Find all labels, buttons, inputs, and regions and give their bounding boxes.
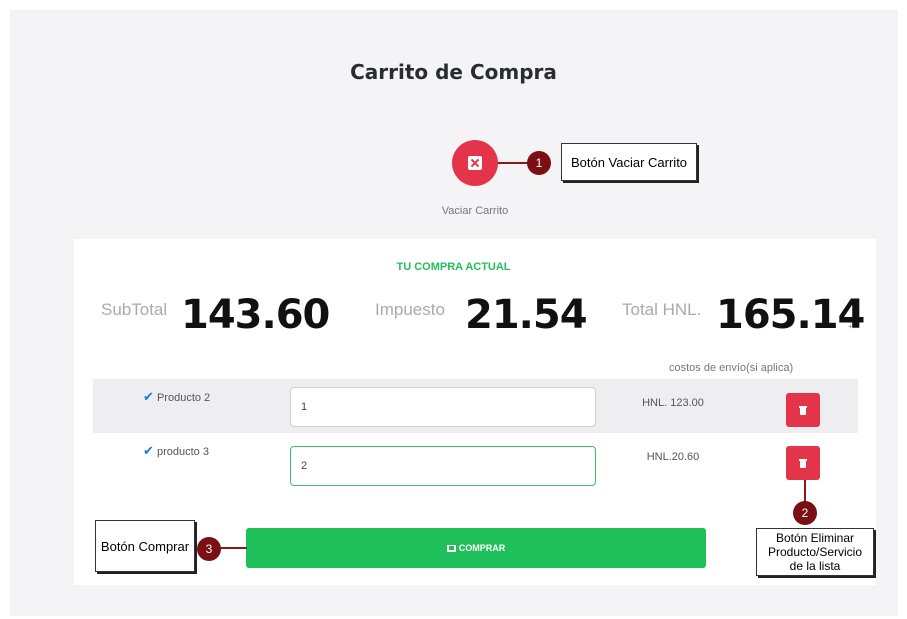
annotation-badge-3: 3 [197, 537, 221, 561]
shipping-note: costos de envío(si aplica) [669, 362, 794, 374]
product-name: ✔ Producto 2 [143, 389, 210, 405]
quantity-input[interactable]: 2 [290, 446, 596, 486]
cart-row: ✔ producto 3 2 HNL.20.60 [93, 433, 858, 489]
delete-item-button[interactable] [786, 446, 820, 480]
annotation-callout-2: Botón Eliminar Producto/Servicio de la l… [756, 528, 874, 576]
callout-connector [498, 162, 528, 164]
empty-cart-label: Vaciar Carrito [441, 205, 509, 217]
page-title: Carrito de Compra [350, 60, 557, 84]
tax-label: Impuesto [375, 300, 445, 319]
tax-value: 21.54 [465, 292, 588, 338]
annotation-callout-1: Botón Vaciar Carrito [561, 143, 697, 181]
subtotal-value: 143.60 [181, 292, 330, 338]
subtotal-label: SubTotal [101, 300, 168, 319]
trash-icon [799, 458, 807, 468]
close-box-icon [468, 156, 482, 170]
annotation-callout-3: Botón Comprar [95, 520, 195, 572]
empty-cart-button[interactable] [452, 140, 498, 186]
product-price: HNL. 123.00 [642, 397, 704, 409]
callout-connector [220, 547, 247, 549]
product-name: ✔ producto 3 [143, 443, 209, 459]
quantity-input[interactable]: 1 [290, 387, 596, 427]
cart-icon [446, 544, 456, 552]
buy-button-label: COMPRAR [458, 543, 506, 553]
buy-button[interactable]: COMPRAR [246, 528, 706, 568]
section-title: TU COMPRA ACTUAL [396, 261, 511, 273]
annotation-badge-2: 2 [793, 501, 817, 525]
total-suffix: + [848, 322, 853, 331]
total-label: Total HNL. [622, 300, 702, 319]
trash-icon [799, 405, 807, 415]
delete-item-button[interactable] [786, 393, 820, 427]
check-icon: ✔ [143, 443, 154, 458]
product-price: HNL.20.60 [646, 451, 700, 463]
callout-connector [804, 480, 806, 502]
product-name-text: Producto 2 [156, 392, 211, 404]
product-name-text: producto 3 [156, 446, 209, 458]
annotation-badge-1: 1 [527, 151, 551, 175]
total-value: 165.14 [716, 292, 865, 338]
cart-row: ✔ Producto 2 1 HNL. 123.00 [93, 379, 858, 433]
check-icon: ✔ [143, 389, 154, 404]
